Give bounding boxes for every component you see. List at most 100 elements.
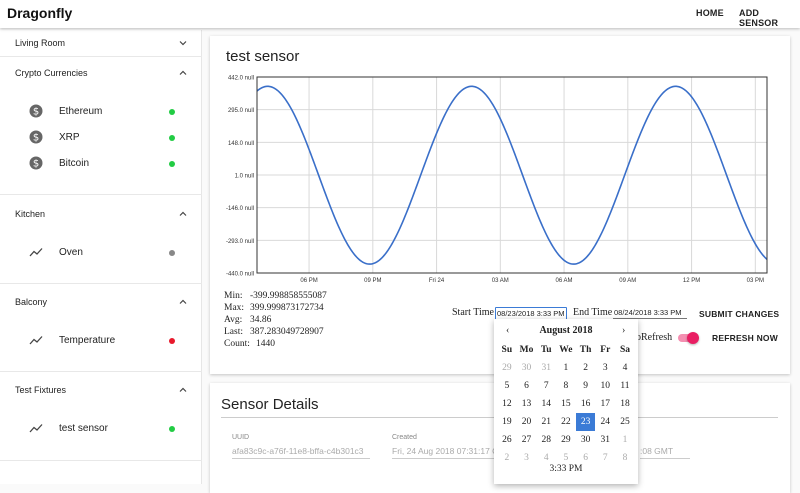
- calendar-day[interactable]: 30: [517, 359, 537, 377]
- sidebar-item-test-sensor[interactable]: test sensor: [0, 418, 202, 440]
- calendar-day[interactable]: 29: [497, 359, 517, 377]
- end-time-label: End Time: [573, 307, 613, 318]
- calendar-day[interactable]: 8: [556, 377, 576, 395]
- calendar-day[interactable]: 7: [536, 377, 556, 395]
- sidebar-item-label: Oven: [59, 247, 83, 258]
- trend-icon: [29, 245, 43, 259]
- calendar-day[interactable]: 6: [517, 377, 537, 395]
- calendar-day[interactable]: 23: [575, 413, 596, 431]
- trend-icon: [29, 333, 43, 347]
- created-label: Created: [392, 434, 417, 441]
- calendar-day[interactable]: 4: [615, 359, 635, 377]
- calendar-day[interactable]: 5: [497, 377, 517, 395]
- stat-last: Last: 387.283049728907: [224, 326, 327, 338]
- calendar-day[interactable]: 14: [536, 395, 556, 413]
- calendar-day[interactable]: 22: [556, 413, 576, 431]
- start-time-label: Start Time: [452, 307, 494, 318]
- calendar-day[interactable]: 19: [497, 413, 517, 431]
- calendar-day[interactable]: 2: [576, 359, 596, 377]
- refresh-now-button[interactable]: REFRESH NOW: [712, 333, 778, 343]
- app-bar: Dragonfly HOME ADD SENSOR: [0, 0, 800, 28]
- toggle-thumb: [687, 332, 699, 344]
- week-row: 5 6 7 8 9 10 11: [497, 377, 635, 395]
- sidebar-item-label: Temperature: [59, 335, 116, 346]
- calendar-day[interactable]: 28: [536, 431, 556, 449]
- svg-text:$: $: [33, 133, 39, 144]
- week-row: 29 30 31 1 2 3 4: [497, 359, 635, 377]
- sidebar-item-ethereum[interactable]: $ Ethereum: [0, 101, 202, 123]
- sidebar-item-bitcoin[interactable]: $ Bitcoin: [0, 153, 202, 175]
- stat-key: Max:: [224, 303, 245, 313]
- group-label: Living Room: [15, 38, 66, 48]
- calendar-grid: Su Mo Tu We Th Fr Sa 29 30 31 1 2 3 4 5 6 7 8 9 10 11 12 13 14 1…: [497, 341, 635, 467]
- next-month-button[interactable]: ›: [622, 325, 625, 336]
- status-dot: [169, 161, 175, 167]
- stat-min: Min: -399.998858555087: [224, 290, 327, 302]
- updated-value: :08 GMT: [640, 446, 690, 459]
- weekday-label: Tu: [540, 345, 552, 355]
- calendar-day[interactable]: 9: [576, 377, 596, 395]
- app-title: Dragonfly: [7, 5, 73, 21]
- calendar-day[interactable]: 27: [517, 431, 537, 449]
- group-test-fixtures[interactable]: Test Fixtures: [0, 379, 202, 401]
- calendar-day[interactable]: 24: [595, 413, 615, 431]
- calendar-day[interactable]: 3: [595, 359, 615, 377]
- sensor-stats: Min: -399.998858555087 Max: 399.9998731727…: [224, 290, 327, 350]
- calendar-day[interactable]: 1: [556, 359, 576, 377]
- calendar-day[interactable]: 12: [497, 395, 517, 413]
- sensor-details-title: Sensor Details: [221, 396, 319, 413]
- weekday-label: Fr: [600, 345, 611, 355]
- weekday-label: We: [559, 345, 573, 355]
- group-balcony[interactable]: Balcony: [0, 291, 202, 313]
- calendar-day[interactable]: 25: [615, 413, 635, 431]
- calendar-day[interactable]: 31: [536, 359, 556, 377]
- auto-refresh-toggle[interactable]: [676, 332, 699, 344]
- calendar-day[interactable]: 15: [556, 395, 576, 413]
- calendar-day[interactable]: 26: [497, 431, 517, 449]
- picker-time[interactable]: 3:33 PM: [494, 464, 638, 474]
- calendar-day[interactable]: 16: [576, 395, 596, 413]
- status-dot: [169, 250, 175, 256]
- calendar-day[interactable]: 30: [576, 431, 596, 449]
- sidebar: Living Room Crypto Currencies $ Ethereum…: [0, 30, 202, 484]
- calendar-day[interactable]: 18: [615, 395, 635, 413]
- submit-changes-button[interactable]: SUBMIT CHANGES: [699, 309, 779, 319]
- home-link[interactable]: HOME: [696, 8, 724, 18]
- calendar-day[interactable]: 20: [517, 413, 537, 431]
- uuid-label: UUID: [232, 434, 250, 441]
- group-crypto-currencies[interactable]: Crypto Currencies: [0, 62, 202, 84]
- chevron-down-icon: [178, 38, 188, 48]
- sidebar-item-label: XRP: [59, 132, 80, 143]
- sidebar-item-xrp[interactable]: $ XRP: [0, 127, 202, 149]
- calendar-day[interactable]: 10: [595, 377, 615, 395]
- sidebar-item-temperature[interactable]: Temperature: [0, 330, 202, 352]
- group-living-room[interactable]: Living Room: [0, 32, 202, 54]
- calendar-day[interactable]: 17: [595, 395, 615, 413]
- calendar-day[interactable]: 1: [615, 431, 635, 449]
- calendar-day[interactable]: 13: [517, 395, 537, 413]
- divider: [0, 194, 202, 195]
- sidebar-item-label: Ethereum: [59, 106, 103, 117]
- stat-value: 399.999873172734: [250, 303, 324, 313]
- end-time-input[interactable]: [613, 307, 687, 319]
- picker-month: August 2018: [539, 325, 593, 336]
- stat-value: 387.283049728907: [250, 327, 324, 337]
- svg-text:$: $: [33, 159, 39, 170]
- calendar-day[interactable]: 29: [556, 431, 576, 449]
- stat-key: Count:: [224, 339, 250, 349]
- group-label: Crypto Currencies: [15, 68, 88, 78]
- dollar-icon: $: [29, 104, 43, 118]
- divider: [0, 371, 202, 372]
- calendar-day[interactable]: 31: [595, 431, 615, 449]
- add-sensor-link[interactable]: ADD SENSOR: [739, 8, 800, 28]
- stat-key: Avg:: [224, 315, 243, 325]
- calendar-day[interactable]: 21: [536, 413, 556, 431]
- sidebar-item-oven[interactable]: Oven: [0, 242, 202, 264]
- weekday-label: Su: [501, 345, 513, 355]
- group-kitchen[interactable]: Kitchen: [0, 203, 202, 225]
- status-dot: [169, 426, 175, 432]
- calendar-day[interactable]: 11: [615, 377, 635, 395]
- group-label: Balcony: [15, 297, 48, 307]
- divider: [0, 56, 202, 57]
- weekday-label: Th: [579, 345, 592, 355]
